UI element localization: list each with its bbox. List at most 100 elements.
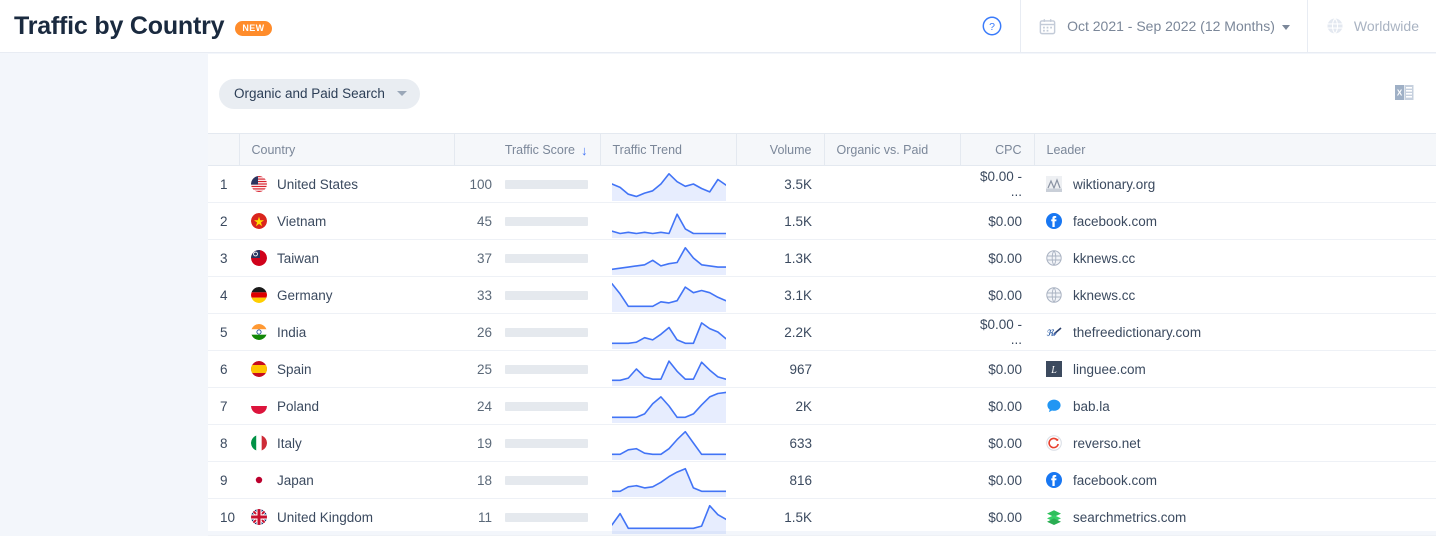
row-organic-vs-paid: [824, 203, 960, 240]
column-header-country[interactable]: Country: [239, 134, 454, 166]
table-header-row: Country Traffic Score↓ Traffic Trend Vol…: [208, 134, 1436, 166]
row-organic-vs-paid: [824, 240, 960, 277]
row-rank: 6: [208, 351, 239, 388]
flag-es-icon: [251, 361, 267, 377]
row-leader[interactable]: kknews.cc: [1034, 277, 1436, 314]
country-name: Italy: [277, 436, 302, 451]
table-row[interactable]: 7Poland242K$0.00bab.la: [208, 388, 1436, 425]
facebook-favicon: [1046, 213, 1062, 229]
traffic-score-value: 18: [466, 473, 492, 488]
row-volume: 2.2K: [736, 314, 824, 351]
svg-text:ℜ: ℜ: [1046, 328, 1055, 338]
row-traffic-trend: [600, 203, 736, 240]
row-leader[interactable]: wiktionary.org: [1034, 166, 1436, 203]
date-range-label: Oct 2021 - Sep 2022 (12 Months): [1067, 18, 1275, 34]
traffic-score-bar: [505, 402, 588, 411]
leader-domain: linguee.com: [1073, 362, 1146, 377]
column-header-traffic-score[interactable]: Traffic Score↓: [454, 134, 600, 166]
help-button[interactable]: ?: [964, 0, 1020, 53]
column-header-organic-vs-paid[interactable]: Organic vs. Paid: [824, 134, 960, 166]
row-rank: 5: [208, 314, 239, 351]
leader-domain: searchmetrics.com: [1073, 510, 1186, 525]
traffic-score-bar: [505, 476, 588, 485]
row-country[interactable]: United States: [239, 166, 454, 203]
row-traffic-trend: [600, 240, 736, 277]
leader-domain: wiktionary.org: [1073, 177, 1155, 192]
leader-domain: kknews.cc: [1073, 251, 1135, 266]
table-row[interactable]: 4Germany333.1K$0.00kknews.cc: [208, 277, 1436, 314]
row-country[interactable]: Poland: [239, 388, 454, 425]
svg-text:L: L: [1050, 365, 1057, 376]
row-country[interactable]: Germany: [239, 277, 454, 314]
row-cpc: $0.00: [960, 203, 1034, 240]
globe-icon: [1325, 16, 1345, 36]
table-row[interactable]: 9Japan18816$0.00facebook.com: [208, 462, 1436, 499]
table-body: 1United States1003.5K$0.00 - ...wiktiona…: [208, 166, 1436, 536]
table-row[interactable]: 5India262.2K$0.00 - ...ℜthefreedictionar…: [208, 314, 1436, 351]
row-country[interactable]: Vietnam: [239, 203, 454, 240]
row-leader[interactable]: reverso.net: [1034, 425, 1436, 462]
row-country[interactable]: Italy: [239, 425, 454, 462]
table-row[interactable]: 8Italy19633$0.00reverso.net: [208, 425, 1436, 462]
traffic-score-value: 19: [466, 436, 492, 451]
traffic-score-value: 25: [466, 362, 492, 377]
row-country[interactable]: Spain: [239, 351, 454, 388]
row-rank: 8: [208, 425, 239, 462]
page-title: Traffic by Country: [14, 12, 224, 41]
row-rank: 2: [208, 203, 239, 240]
export-button[interactable]: X: [1391, 80, 1419, 108]
date-range-selector[interactable]: Oct 2021 - Sep 2022 (12 Months): [1020, 0, 1307, 53]
row-leader[interactable]: bab.la: [1034, 388, 1436, 425]
table-row[interactable]: 6Spain25967$0.00Llinguee.com: [208, 351, 1436, 388]
column-header-traffic-trend[interactable]: Traffic Trend: [600, 134, 736, 166]
column-header-leader[interactable]: Leader: [1034, 134, 1436, 166]
table-row[interactable]: 3Taiwan371.3K$0.00kknews.cc: [208, 240, 1436, 277]
country-name: United States: [277, 177, 358, 192]
row-leader[interactable]: facebook.com: [1034, 203, 1436, 240]
row-traffic-trend: [600, 388, 736, 425]
row-country[interactable]: United Kingdom: [239, 499, 454, 536]
country-name: Vietnam: [277, 214, 326, 229]
flag-tw-icon: [251, 250, 267, 266]
row-traffic-trend: [600, 425, 736, 462]
row-volume: 2K: [736, 388, 824, 425]
table-row[interactable]: 1United States1003.5K$0.00 - ...wiktiona…: [208, 166, 1436, 203]
search-type-filter-label: Organic and Paid Search: [234, 86, 385, 101]
row-volume: 1.5K: [736, 203, 824, 240]
row-organic-vs-paid: [824, 314, 960, 351]
header-controls: ? Oct 2021 - Sep 2022 (12 Months): [964, 0, 1436, 53]
row-leader[interactable]: facebook.com: [1034, 462, 1436, 499]
new-badge: NEW: [235, 21, 271, 36]
column-header-volume[interactable]: Volume: [736, 134, 824, 166]
row-country[interactable]: Japan: [239, 462, 454, 499]
country-name: Taiwan: [277, 251, 319, 266]
row-volume: 1.3K: [736, 240, 824, 277]
row-leader[interactable]: Llinguee.com: [1034, 351, 1436, 388]
row-traffic-score: 25: [454, 351, 600, 388]
row-country[interactable]: Taiwan: [239, 240, 454, 277]
country-name: United Kingdom: [277, 510, 373, 525]
row-leader[interactable]: kknews.cc: [1034, 240, 1436, 277]
traffic-score-bar: [505, 217, 588, 226]
row-traffic-score: 45: [454, 203, 600, 240]
svg-text:?: ?: [989, 21, 995, 33]
traffic-score-value: 33: [466, 288, 492, 303]
traffic-score-bar: [505, 291, 588, 300]
column-header-rank[interactable]: [208, 134, 239, 166]
searchmetrics-favicon: [1046, 509, 1062, 525]
flag-vn-icon: [251, 213, 267, 229]
row-traffic-score: 19: [454, 425, 600, 462]
table-row[interactable]: 10United Kingdom111.5K$0.00searchmetrics…: [208, 499, 1436, 536]
location-selector[interactable]: Worldwide: [1307, 0, 1436, 53]
row-organic-vs-paid: [824, 351, 960, 388]
row-country[interactable]: India: [239, 314, 454, 351]
column-header-cpc[interactable]: CPC: [960, 134, 1034, 166]
row-organic-vs-paid: [824, 277, 960, 314]
row-leader[interactable]: ℜthefreedictionary.com: [1034, 314, 1436, 351]
search-type-filter[interactable]: Organic and Paid Search: [219, 79, 420, 109]
table-row[interactable]: 2 Vietnam 45 1.5K $0.00facebook.com: [208, 203, 1436, 240]
chevron-down-icon: [1282, 25, 1290, 30]
row-organic-vs-paid: [824, 166, 960, 203]
row-cpc: $0.00: [960, 277, 1034, 314]
row-leader[interactable]: searchmetrics.com: [1034, 499, 1436, 536]
